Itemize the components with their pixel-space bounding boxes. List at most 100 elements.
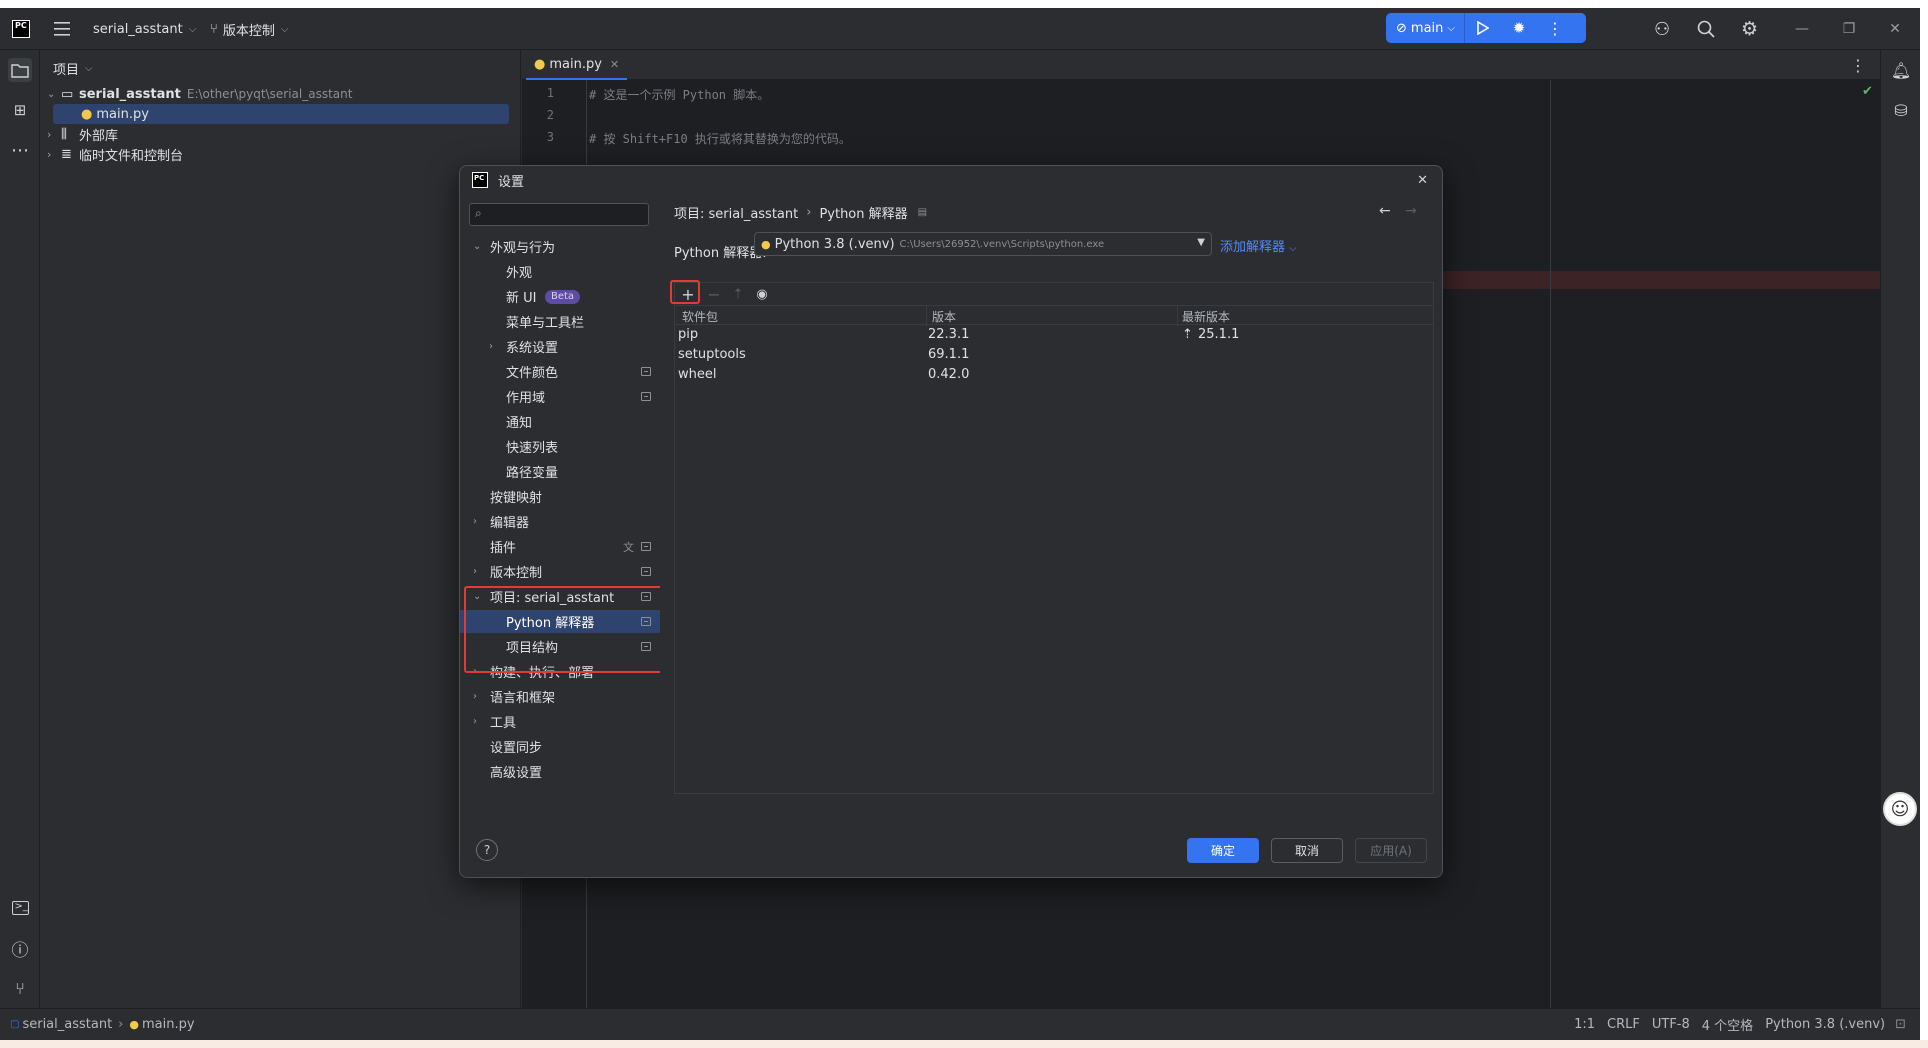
assistant-avatar[interactable]: ☺ — [1883, 792, 1917, 826]
settings-dialog: PC 设置 ✕ ⌕ ⌄ 外观与行为 外观 新 UI Beta 菜单与工具栏 › … — [459, 165, 1443, 878]
interpreter-dropdown[interactable]: ● Python 3.8 (.venv) C:\Users\26952\.ven… — [754, 232, 1212, 256]
notifications-button[interactable]: 🔔︎ — [1889, 58, 1913, 82]
git-tool-button[interactable]: ⑂ — [8, 976, 32, 1000]
highlight-annotation — [464, 586, 669, 673]
nav-tools[interactable]: › 工具 — [460, 710, 660, 733]
terminal-tool-button[interactable]: >_ — [8, 896, 32, 920]
code-line[interactable]: # 这是一个示例 Python 脚本。 — [589, 86, 769, 103]
chevron-down-icon: ⌄ — [47, 88, 56, 100]
lock-icon[interactable]: ⊡ — [1895, 1017, 1906, 1032]
project-tool-button[interactable] — [8, 58, 32, 82]
forward-arrow-icon[interactable]: → — [1405, 203, 1417, 219]
problems-tool-button[interactable]: ⓘ — [8, 936, 32, 961]
module-icon: ▢ — [10, 1019, 20, 1030]
nav-file-colors[interactable]: 文件颜色 — [460, 360, 660, 383]
tree-item-external-libs[interactable]: › ⫼ 外部库 — [47, 124, 118, 144]
uninstall-package-button[interactable]: − — [703, 283, 725, 305]
nav-label: 作用域 — [506, 391, 546, 406]
tree-item-label: main.py — [96, 106, 149, 122]
chevron-right-icon: › — [47, 147, 52, 161]
more-actions-button[interactable]: ⋮ — [1537, 13, 1573, 43]
tree-item-project-root[interactable]: ⌄ ▭ serial_asstant E:\other\pyqt\serial_… — [47, 84, 352, 104]
minimize-button[interactable]: — — [1780, 8, 1824, 50]
settings-search-input[interactable]: ⌕ — [469, 203, 649, 226]
nav-editor[interactable]: › 编辑器 — [460, 510, 660, 533]
chevron-right-icon: › — [47, 127, 52, 141]
close-window-button[interactable]: ✕ — [1873, 8, 1917, 50]
tree-item-label: 临时文件和控制台 — [79, 148, 184, 164]
add-interpreter-label: 添加解释器 — [1220, 240, 1286, 255]
ok-button[interactable]: 确定 — [1187, 838, 1259, 863]
database-button[interactable]: ⛁ — [1889, 98, 1913, 122]
nav-notifications[interactable]: 通知 — [460, 410, 660, 433]
show-early-releases-button[interactable]: ◉ — [751, 283, 773, 305]
editor-tab-bar: ● main.py ✕ ⋮ — [522, 50, 1880, 80]
column-header[interactable]: 最新版本 — [1182, 308, 1230, 325]
inspection-ok-icon[interactable]: ✔ — [1862, 84, 1873, 99]
indent-setting[interactable]: 4 个空格 — [1702, 1015, 1753, 1034]
nav-settings-sync[interactable]: 设置同步 — [460, 735, 660, 758]
nav-quick-lists[interactable]: 快速列表 — [460, 435, 660, 458]
caret-position[interactable]: 1:1 — [1574, 1017, 1595, 1032]
status-crumb-project[interactable]: serial_asstant — [22, 1017, 112, 1032]
nav-version-control[interactable]: › 版本控制 — [460, 560, 660, 583]
tree-item-main-py[interactable]: ● main.py — [53, 104, 509, 124]
table-row[interactable]: setuptools 69.1.1 — [678, 345, 1428, 365]
python-interpreter-page: 项目: serial_asstant › Python 解释器 ▤ ← → Py… — [660, 194, 1442, 822]
status-crumb-file[interactable]: main.py — [142, 1017, 195, 1032]
vcs-menu[interactable]: ⑂ 版本控制 ⌵ — [210, 8, 288, 50]
code-line[interactable]: # 按 Shift+F10 执行或将其替换为您的代码。 — [589, 130, 851, 147]
cancel-button[interactable]: 取消 — [1271, 838, 1343, 863]
search-button[interactable] — [1697, 8, 1715, 50]
apply-button[interactable]: 应用(A) — [1355, 838, 1427, 863]
nav-keymap[interactable]: 按键映射 — [460, 485, 660, 508]
back-arrow-icon[interactable]: ← — [1379, 203, 1391, 219]
main-menu-button[interactable] — [54, 8, 72, 50]
editor-more-button[interactable]: ⋮ — [1850, 56, 1866, 75]
branch-selector[interactable]: ⊘ main ⌵ — [1386, 13, 1464, 43]
nav-appearance[interactable]: 外观 — [460, 260, 660, 283]
structure-tool-button[interactable]: ⊞ — [8, 98, 32, 122]
breadcrumb-project[interactable]: 项目: serial_asstant — [674, 203, 798, 222]
table-row[interactable]: wheel 0.42.0 — [678, 365, 1428, 385]
nav-plugins[interactable]: 插件 文 — [460, 535, 660, 558]
nav-advanced-settings[interactable]: 高级设置 — [460, 760, 660, 783]
nav-languages-frameworks[interactable]: › 语言和框架 — [460, 685, 660, 708]
nav-menus-toolbars[interactable]: 菜单与工具栏 — [460, 310, 660, 333]
run-button[interactable] — [1465, 13, 1501, 43]
nav-path-variables[interactable]: 路径变量 — [460, 460, 660, 483]
more-tools-button[interactable]: ⋯ — [8, 138, 32, 162]
file-encoding[interactable]: UTF-8 — [1652, 1017, 1690, 1032]
help-button[interactable]: ? — [476, 839, 498, 861]
add-interpreter-link[interactable]: 添加解释器 ⌵ — [1220, 236, 1297, 255]
tree-item-scratches[interactable]: › ≣ 临时文件和控制台 — [47, 144, 183, 164]
status-interpreter[interactable]: Python 3.8 (.venv) — [1765, 1017, 1885, 1032]
nav-appearance-behavior[interactable]: ⌄ 外观与行为 — [460, 235, 660, 258]
nav-label: 语言和框架 — [490, 691, 556, 706]
nav-scopes[interactable]: 作用域 — [460, 385, 660, 408]
column-header[interactable]: 软件包 — [682, 308, 718, 325]
debug-button[interactable]: ✹ — [1501, 13, 1537, 43]
nav-label: 外观 — [506, 266, 533, 281]
dialog-close-icon[interactable]: ✕ — [1417, 173, 1428, 188]
chevron-right-icon: › — [118, 1017, 124, 1032]
git-branch-icon: ⑂ — [15, 978, 25, 998]
project-switcher[interactable]: serial_asstant ⌵ — [93, 8, 196, 50]
project-panel-header[interactable]: 项目 ⌵ — [53, 58, 93, 78]
upgrade-package-button[interactable]: ⇡ — [727, 283, 749, 305]
restore-button[interactable]: ❐ — [1827, 8, 1871, 50]
python-icon: ● — [761, 237, 771, 251]
close-tab-icon[interactable]: ✕ — [610, 58, 619, 71]
line-separator[interactable]: CRLF — [1607, 1017, 1640, 1032]
table-row[interactable]: pip 22.3.1 ⇡ 25.1.1 — [678, 325, 1428, 345]
editor-tab-main-py[interactable]: ● main.py ✕ — [526, 50, 628, 80]
settings-button[interactable]: ⚙ — [1741, 8, 1758, 50]
column-header[interactable]: 版本 — [932, 308, 956, 325]
account-button[interactable]: ⚇ — [1654, 8, 1670, 50]
pycharm-logo[interactable]: PC — [11, 19, 31, 39]
nav-system-settings[interactable]: › 系统设置 — [460, 335, 660, 358]
error-line-highlight — [1442, 271, 1880, 289]
nav-new-ui[interactable]: 新 UI Beta — [460, 285, 660, 308]
pycharm-small-icon: PC — [472, 172, 488, 188]
chevron-right-icon: › — [473, 566, 477, 577]
